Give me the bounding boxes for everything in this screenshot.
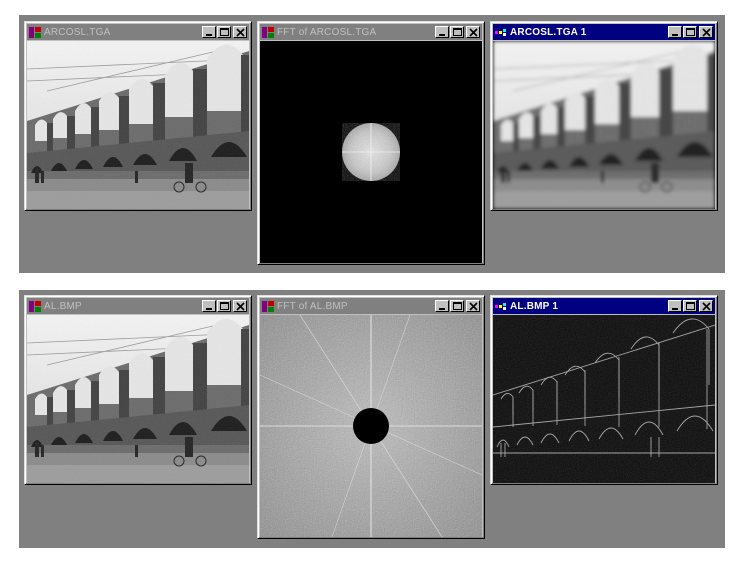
minimize-icon[interactable] bbox=[668, 26, 682, 38]
image-app-icon bbox=[495, 28, 506, 36]
titlebar[interactable]: FFT of ARCOSL.TGA bbox=[260, 24, 482, 40]
window-fft-bottom[interactable]: FFT of AL.BMP bbox=[257, 295, 485, 539]
image-app-icon bbox=[262, 300, 274, 312]
image-app-icon bbox=[29, 26, 41, 38]
image-app-icon bbox=[29, 300, 41, 312]
image-app-icon bbox=[495, 302, 506, 310]
window-result-top[interactable]: ARCOSL.TGA 1 bbox=[490, 21, 718, 211]
image-canvas bbox=[493, 315, 715, 483]
window-title: AL.BMP 1 bbox=[510, 300, 559, 312]
maximize-icon[interactable] bbox=[217, 26, 231, 38]
minimize-icon[interactable] bbox=[202, 26, 216, 38]
maximize-icon[interactable] bbox=[683, 300, 697, 312]
image-canvas bbox=[27, 315, 249, 483]
window-title: ARCOSL.TGA 1 bbox=[510, 26, 587, 38]
titlebar[interactable]: AL.BMP bbox=[27, 298, 249, 314]
close-icon[interactable] bbox=[466, 300, 480, 312]
titlebar[interactable]: AL.BMP 1 bbox=[493, 298, 715, 314]
maximize-icon[interactable] bbox=[683, 26, 697, 38]
image-canvas bbox=[27, 41, 249, 209]
fft-spectrum-lowpass-disc bbox=[260, 41, 482, 263]
minimize-icon[interactable] bbox=[435, 26, 449, 38]
photo-aqueduct-edges bbox=[493, 315, 715, 483]
image-canvas bbox=[260, 41, 482, 263]
window-title: ARCOSL.TGA bbox=[44, 26, 111, 38]
image-canvas bbox=[493, 41, 715, 209]
window-fft-top[interactable]: FFT of ARCOSL.TGA bbox=[257, 21, 485, 265]
close-icon[interactable] bbox=[466, 26, 480, 38]
close-icon[interactable] bbox=[233, 300, 247, 312]
photo-aqueduct-arches-blurred bbox=[493, 41, 715, 209]
titlebar[interactable]: ARCOSL.TGA bbox=[27, 24, 249, 40]
close-icon[interactable] bbox=[233, 26, 247, 38]
titlebar[interactable]: ARCOSL.TGA 1 bbox=[493, 24, 715, 40]
window-result-bottom[interactable]: AL.BMP 1 bbox=[490, 295, 718, 485]
window-title: FFT of AL.BMP bbox=[277, 300, 348, 312]
minimize-icon[interactable] bbox=[668, 300, 682, 312]
window-original-top[interactable]: ARCOSL.TGA bbox=[24, 21, 252, 211]
close-icon[interactable] bbox=[699, 300, 713, 312]
minimize-icon[interactable] bbox=[435, 300, 449, 312]
window-title: FFT of ARCOSL.TGA bbox=[277, 26, 377, 38]
image-app-icon bbox=[262, 26, 274, 38]
fft-spectrum-highpass-hole bbox=[260, 315, 482, 537]
close-icon[interactable] bbox=[699, 26, 713, 38]
photo-aqueduct-arches bbox=[27, 315, 249, 483]
titlebar[interactable]: FFT of AL.BMP bbox=[260, 298, 482, 314]
window-title: AL.BMP bbox=[44, 300, 82, 312]
minimize-icon[interactable] bbox=[202, 300, 216, 312]
maximize-icon[interactable] bbox=[450, 300, 464, 312]
window-original-bottom[interactable]: AL.BMP bbox=[24, 295, 252, 485]
maximize-icon[interactable] bbox=[450, 26, 464, 38]
photo-aqueduct-arches bbox=[27, 41, 249, 209]
image-canvas bbox=[260, 315, 482, 537]
maximize-icon[interactable] bbox=[217, 300, 231, 312]
